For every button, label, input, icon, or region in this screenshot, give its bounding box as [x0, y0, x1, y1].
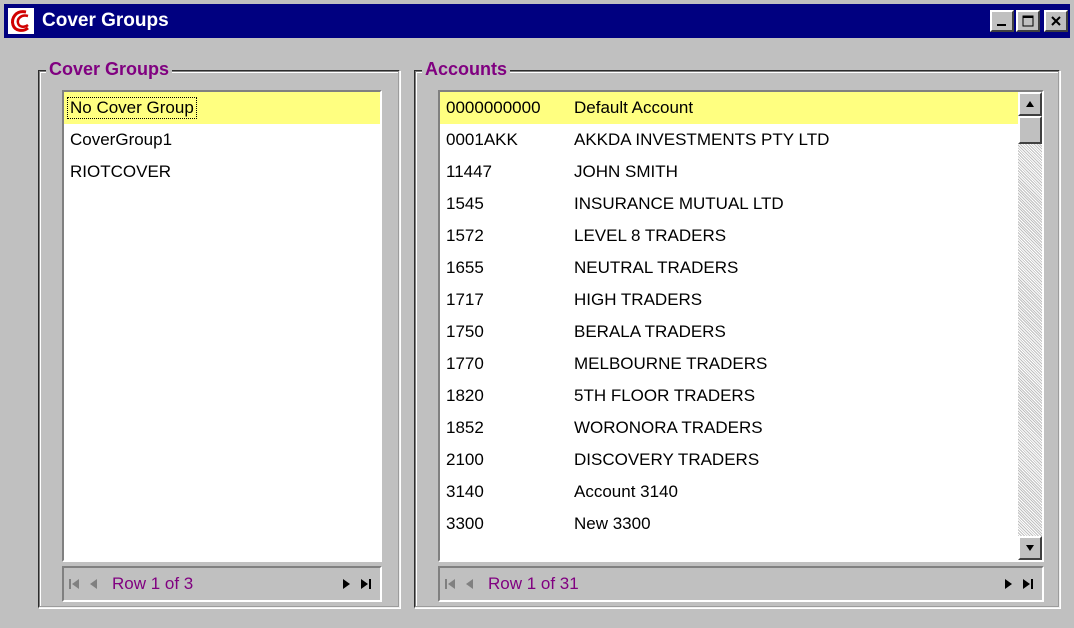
previous-record-icon[interactable] — [460, 572, 480, 596]
account-code: 1750 — [446, 322, 484, 341]
table-row[interactable]: 1750 BERALA TRADERS — [440, 316, 1018, 348]
cover-groups-list[interactable]: No Cover Group CoverGroup1 RIOTCOVER — [62, 90, 382, 562]
scroll-thumb[interactable] — [1018, 116, 1042, 144]
table-row[interactable]: 0000000000 Default Account — [440, 92, 1018, 124]
last-record-icon[interactable] — [1018, 572, 1038, 596]
list-item[interactable]: RIOTCOVER — [64, 156, 380, 188]
cover-groups-window: Cover Groups Cover Groups No Cover Group… — [0, 0, 1074, 628]
account-code: 3300 — [446, 514, 484, 533]
accounts-list[interactable]: 0000000000 Default Account 0001AKK AKKDA… — [438, 90, 1044, 562]
table-row[interactable]: 11447 JOHN SMITH — [440, 156, 1018, 188]
first-record-icon[interactable] — [440, 572, 460, 596]
account-name: MELBOURNE TRADERS — [574, 354, 768, 373]
accounts-panel: Accounts 0000000000 Default Account 0001… — [414, 59, 1060, 608]
account-code: 2100 — [446, 450, 484, 469]
account-code: 11447 — [446, 162, 493, 181]
close-button[interactable] — [1044, 10, 1068, 32]
app-logo-icon[interactable] — [6, 6, 36, 36]
next-record-icon[interactable] — [336, 572, 356, 596]
first-record-icon[interactable] — [64, 572, 84, 596]
next-record-icon[interactable] — [998, 572, 1018, 596]
account-name: Account 3140 — [574, 482, 678, 501]
previous-record-icon[interactable] — [84, 572, 104, 596]
account-name: HIGH TRADERS — [574, 290, 703, 309]
cover-groups-navigator: Row 1 of 3 — [62, 566, 382, 602]
account-code: 1655 — [446, 258, 484, 277]
last-record-icon[interactable] — [356, 572, 376, 596]
account-code: 1717 — [446, 290, 484, 309]
table-row[interactable]: 1545 INSURANCE MUTUAL LTD — [440, 188, 1018, 220]
table-row[interactable]: 1852 WORONORA TRADERS — [440, 412, 1018, 444]
account-code: 1820 — [446, 386, 484, 405]
table-row[interactable]: 3140 Account 3140 — [440, 476, 1018, 508]
account-name: INSURANCE MUTUAL LTD — [574, 194, 784, 213]
arrow-up-icon — [1026, 101, 1034, 107]
window-title: Cover Groups — [42, 10, 169, 31]
account-code: 0001AKK — [446, 130, 518, 149]
close-icon — [1051, 16, 1061, 26]
maximize-icon — [1022, 15, 1034, 27]
account-name: WORONORA TRADERS — [574, 418, 763, 437]
account-name: Default Account — [574, 98, 694, 117]
account-code: 1770 — [446, 354, 484, 373]
cover-groups-label: Cover Groups — [46, 59, 173, 80]
account-name: New 3300 — [574, 514, 651, 533]
table-row[interactable]: 0001AKK AKKDA INVESTMENTS PTY LTD — [440, 124, 1018, 156]
table-row[interactable]: 1820 5TH FLOOR TRADERS — [440, 380, 1018, 412]
accounts-scrollbar[interactable] — [1018, 92, 1042, 560]
account-name: 5TH FLOOR TRADERS — [574, 386, 756, 405]
row-counter: Row 1 of 3 — [112, 574, 194, 593]
account-name: AKKDA INVESTMENTS PTY LTD — [574, 130, 830, 149]
list-item-label: No Cover Group — [67, 97, 197, 119]
scroll-down-button[interactable] — [1018, 536, 1042, 560]
account-name: JOHN SMITH — [574, 162, 678, 181]
cover-groups-panel: Cover Groups No Cover Group CoverGroup1 … — [38, 59, 400, 608]
minimize-button[interactable] — [990, 10, 1014, 32]
account-name: BERALA TRADERS — [574, 322, 726, 341]
account-code: 1572 — [446, 226, 484, 245]
maximize-button[interactable] — [1016, 10, 1040, 32]
list-item[interactable]: No Cover Group — [64, 92, 380, 124]
account-name: NEUTRAL TRADERS — [574, 258, 739, 277]
scroll-up-button[interactable] — [1018, 92, 1042, 116]
account-name: DISCOVERY TRADERS — [574, 450, 760, 469]
account-code: 1545 — [446, 194, 484, 213]
accounts-label: Accounts — [422, 59, 511, 80]
table-row[interactable]: 2100 DISCOVERY TRADERS — [440, 444, 1018, 476]
minimize-icon — [997, 24, 1006, 26]
table-row[interactable]: 1717 HIGH TRADERS — [440, 284, 1018, 316]
row-counter: Row 1 of 31 — [488, 574, 579, 593]
list-item-label: CoverGroup1 — [70, 130, 173, 149]
list-item-label: RIOTCOVER — [70, 162, 172, 181]
account-code: 3140 — [446, 482, 484, 501]
title-bar[interactable]: Cover Groups — [4, 4, 1070, 38]
table-row[interactable]: 1572 LEVEL 8 TRADERS — [440, 220, 1018, 252]
account-code: 1852 — [446, 418, 484, 437]
table-row[interactable]: 1770 MELBOURNE TRADERS — [440, 348, 1018, 380]
list-item[interactable]: CoverGroup1 — [64, 124, 380, 156]
account-name: LEVEL 8 TRADERS — [574, 226, 727, 245]
table-row[interactable]: 3300 New 3300 — [440, 508, 1018, 540]
arrow-down-icon — [1026, 545, 1034, 551]
accounts-navigator: Row 1 of 31 — [438, 566, 1044, 602]
table-row[interactable]: 1655 NEUTRAL TRADERS — [440, 252, 1018, 284]
account-code: 0000000000 — [446, 98, 541, 117]
